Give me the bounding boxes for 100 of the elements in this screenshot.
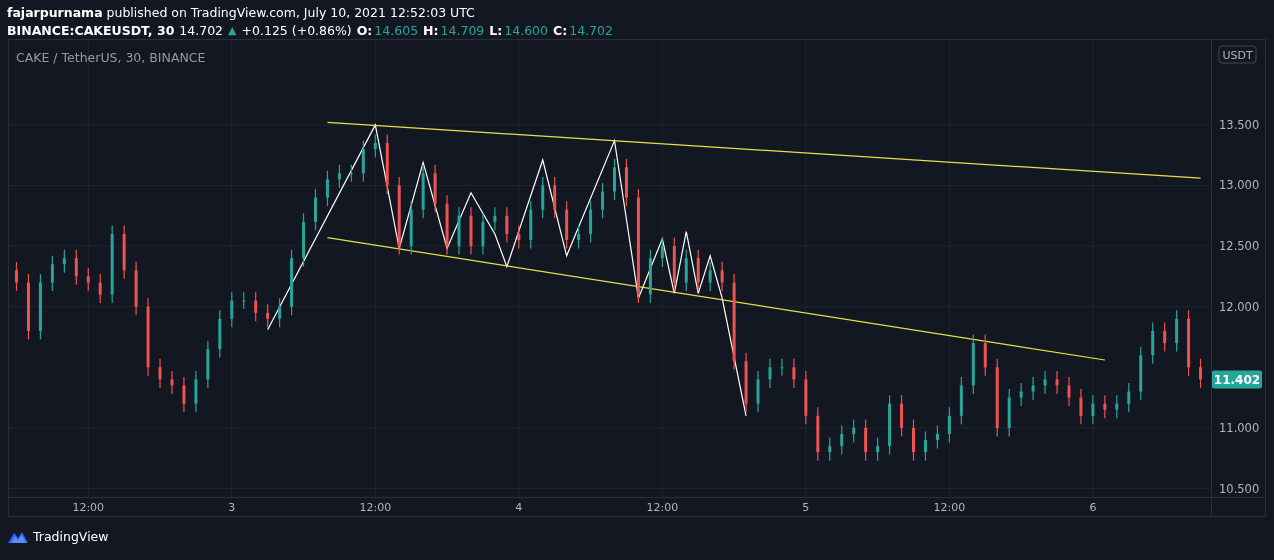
ohlc-value: 14.605 xyxy=(374,22,419,38)
price-bar xyxy=(98,273,102,304)
price-bar xyxy=(565,200,569,250)
price-bar xyxy=(1187,309,1191,377)
price-bar xyxy=(314,188,317,231)
price-bar xyxy=(900,394,904,437)
price-bar xyxy=(923,430,927,462)
price-bar xyxy=(708,261,712,292)
price-bar xyxy=(601,182,605,219)
ohlc-value: 14.709 xyxy=(440,22,485,38)
price-bar xyxy=(1199,358,1203,389)
price-bar xyxy=(768,358,772,389)
price-bar xyxy=(254,291,258,322)
price-bar xyxy=(1091,394,1095,425)
price-bar xyxy=(266,303,270,328)
chart-legend: CAKE / TetherUS, 30, BINANCE xyxy=(16,50,206,65)
axis-label: 12.000 xyxy=(1219,299,1260,314)
price-bar xyxy=(935,424,939,450)
ohlc-label: L: xyxy=(489,22,503,38)
price-bar xyxy=(553,176,557,219)
price-bar xyxy=(182,376,186,413)
price-bar xyxy=(385,133,389,195)
price-bar xyxy=(290,249,294,316)
price-bar xyxy=(230,291,234,328)
ohlc-label: C: xyxy=(553,22,568,38)
price-bar xyxy=(959,376,963,425)
price-bar xyxy=(720,261,724,292)
price-bar xyxy=(445,194,449,256)
price-bar xyxy=(947,406,951,444)
price-bar xyxy=(1019,382,1023,407)
axis-label: 13.500 xyxy=(1219,117,1260,132)
price-bar xyxy=(1163,321,1167,353)
price-bar xyxy=(828,437,832,462)
price-bar xyxy=(38,273,42,340)
price-bar xyxy=(1043,370,1047,395)
symbol-text: BINANCE:CAKEUSDT, 30 xyxy=(7,22,175,38)
price-bar xyxy=(696,249,700,292)
currency-label: USDT xyxy=(1218,45,1257,64)
axis-label: 11.000 xyxy=(1219,420,1260,435)
price-bar xyxy=(852,418,856,444)
price-bar xyxy=(86,267,90,292)
price-bar xyxy=(218,309,222,359)
price-bar xyxy=(1007,388,1011,437)
price-bar xyxy=(780,358,784,377)
last-price: 14.702 xyxy=(179,22,224,38)
price-bar xyxy=(15,261,18,292)
price-bar xyxy=(1139,346,1143,401)
price-bar xyxy=(493,206,497,231)
price-bar xyxy=(672,237,676,292)
price-bar xyxy=(1115,394,1119,419)
price-bar xyxy=(529,200,533,250)
last-price-label: 11.402 xyxy=(1212,370,1262,389)
price-bar xyxy=(744,352,748,413)
axis-label: 12:00 xyxy=(933,501,966,514)
axis-label: 6 xyxy=(1089,501,1097,514)
axis-label: 12:00 xyxy=(72,501,105,514)
price-bar xyxy=(660,237,664,268)
price-bar xyxy=(1103,394,1107,419)
price-bar xyxy=(134,261,138,316)
price-bar xyxy=(804,370,808,425)
price-bar xyxy=(648,249,652,304)
price-bar xyxy=(816,406,820,462)
price-bar xyxy=(971,333,975,395)
price-bar xyxy=(361,140,365,183)
price-bar xyxy=(1175,309,1179,353)
price-bar xyxy=(864,418,868,462)
price-bar xyxy=(206,340,210,389)
brand-name: TradingView xyxy=(33,529,109,544)
price-bar xyxy=(278,297,282,328)
price-bar xyxy=(242,291,246,310)
price-bar xyxy=(589,200,593,244)
published-text: fajarpurnama published on TradingView.com, July 10, 2021 12:52:03 UTC xyxy=(7,4,475,20)
axis-label: 4 xyxy=(515,501,523,514)
price-bar xyxy=(62,249,66,274)
axis-label: 3 xyxy=(228,501,236,514)
price-bar xyxy=(1151,321,1155,365)
price-bar xyxy=(756,370,760,413)
price-bar xyxy=(26,273,30,340)
price-bar xyxy=(122,224,126,280)
price-bar xyxy=(1127,382,1131,413)
price-bar xyxy=(481,212,485,256)
price-bar xyxy=(541,176,545,219)
axis-label: 13.000 xyxy=(1219,178,1260,193)
price-bar xyxy=(613,158,616,201)
axis-label: 12.500 xyxy=(1219,239,1260,254)
price-bar xyxy=(457,206,461,256)
price-change: +0.125 (+0.86%) xyxy=(241,22,352,38)
price-bar xyxy=(433,164,437,213)
ohlc-label: O: xyxy=(356,22,373,38)
price-bar xyxy=(792,358,796,389)
price-bar xyxy=(1031,376,1035,401)
price-bar xyxy=(1067,376,1071,407)
price-bar xyxy=(505,206,509,244)
ohlc-label: H: xyxy=(423,22,439,38)
price-bar xyxy=(577,224,581,250)
price-bar xyxy=(469,206,473,256)
price-bar xyxy=(684,249,688,292)
price-bar xyxy=(74,249,78,286)
price-bar xyxy=(912,418,915,462)
price-bar xyxy=(337,164,341,189)
